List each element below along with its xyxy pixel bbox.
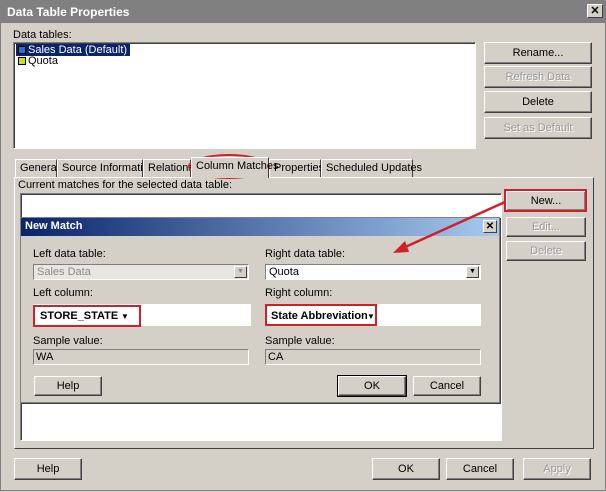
annotation-arrow [393,200,506,253]
cancel-button[interactable]: Cancel [446,458,514,480]
ok-button[interactable]: OK [372,458,440,480]
help-button[interactable]: Help [14,458,82,480]
data-table-properties-dialog: Data Table Properties ✕ Data tables: Sal… [0,0,606,491]
apply-button[interactable]: Apply [523,458,591,480]
tab-column-matches[interactable]: Column Matches [191,157,279,178]
